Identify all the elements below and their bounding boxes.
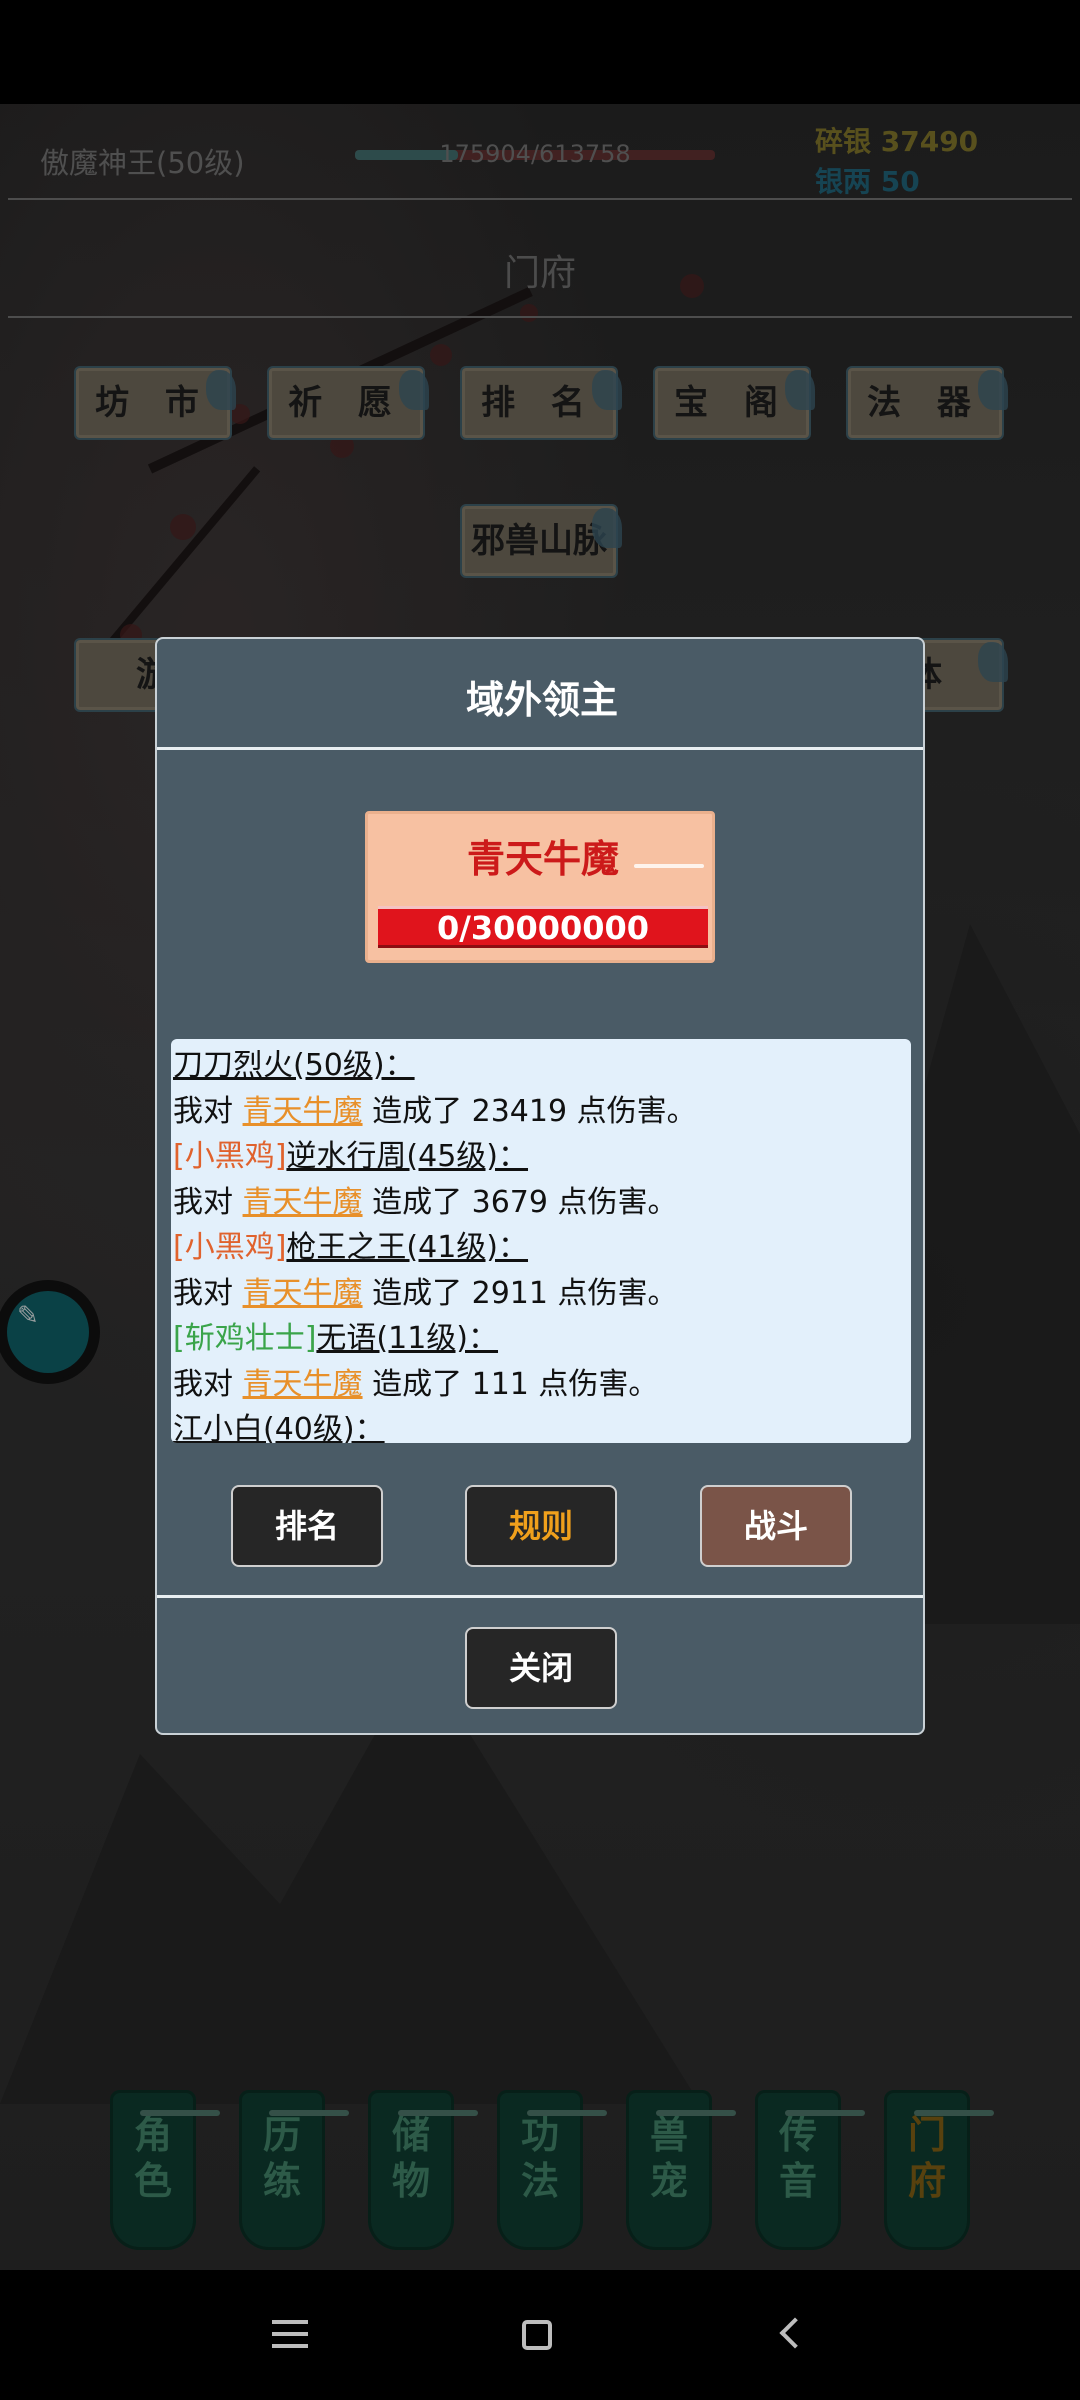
log-damage-line: 我对 青天牛魔 造成了 2911 点伤害。 bbox=[173, 1271, 911, 1317]
boss-hp-bar: 0/30000000 bbox=[378, 906, 708, 948]
fight-button[interactable]: 战斗 bbox=[700, 1485, 852, 1567]
log-boss-link[interactable]: 青天牛魔 bbox=[243, 1094, 363, 1129]
boss-card: 青天牛魔 0/30000000 bbox=[365, 811, 715, 963]
log-text: 造成了 3679 点伤害。 bbox=[362, 1184, 678, 1220]
log-text: 造成了 2911 点伤害。 bbox=[362, 1275, 678, 1311]
log-header-line: 江小白(40级)： bbox=[173, 1407, 911, 1443]
home-icon[interactable] bbox=[476, 2270, 596, 2400]
log-header-line: [小黑鸡]逆水行周(45级)： bbox=[173, 1134, 911, 1180]
log-guild-tag[interactable]: [小黑鸡] bbox=[173, 1230, 286, 1265]
close-button[interactable]: 关闭 bbox=[465, 1627, 617, 1709]
dialog-footer-divider bbox=[157, 1595, 923, 1598]
boss-dialog: 域外领主 青天牛魔 0/30000000 刀刀烈火(50级)： 我对 青天牛魔 … bbox=[155, 637, 925, 1735]
log-damage-line: 我对 青天牛魔 造成了 23419 点伤害。 bbox=[173, 1089, 911, 1135]
log-guild-tag[interactable]: [斩鸡壮士] bbox=[173, 1321, 316, 1356]
boss-name: 青天牛魔 bbox=[466, 837, 619, 881]
log-boss-link[interactable]: 青天牛魔 bbox=[243, 1367, 363, 1402]
log-text: 我对 bbox=[173, 1093, 243, 1129]
log-player-name[interactable]: 逆水行周(45级)： bbox=[286, 1139, 528, 1174]
damage-log[interactable]: 刀刀烈火(50级)： 我对 青天牛魔 造成了 23419 点伤害。 [小黑鸡]逆… bbox=[171, 1039, 911, 1443]
log-boss-link[interactable]: 青天牛魔 bbox=[243, 1185, 363, 1220]
log-text: 我对 bbox=[173, 1366, 243, 1402]
status-bar bbox=[0, 0, 1080, 104]
rank-button[interactable]: 排名 bbox=[231, 1485, 383, 1567]
log-text: 我对 bbox=[173, 1184, 243, 1220]
log-text: 造成了 23419 点伤害。 bbox=[362, 1093, 697, 1129]
dialog-title: 域外领主 bbox=[465, 678, 618, 722]
log-guild-tag[interactable]: [小黑鸡] bbox=[173, 1139, 286, 1174]
log-header-line: [斩鸡壮士]无语(11级)： bbox=[173, 1316, 911, 1362]
cloud-icon bbox=[634, 864, 704, 868]
log-header-line: 刀刀烈火(50级)： bbox=[173, 1043, 911, 1089]
log-text: 我对 bbox=[173, 1275, 243, 1311]
log-damage-line: 我对 青天牛魔 造成了 111 点伤害。 bbox=[173, 1362, 911, 1408]
log-player-name[interactable]: 枪王之王(41级)： bbox=[286, 1230, 528, 1265]
system-navigation-bar bbox=[0, 2270, 1080, 2400]
dialog-title-divider bbox=[157, 747, 923, 750]
log-player-name[interactable]: 刀刀烈火(50级)： bbox=[173, 1048, 415, 1083]
log-boss-link[interactable]: 青天牛魔 bbox=[243, 1276, 363, 1311]
rules-button[interactable]: 规则 bbox=[465, 1485, 617, 1567]
log-player-name[interactable]: 江小白(40级)： bbox=[173, 1412, 385, 1443]
log-damage-line: 我对 青天牛魔 造成了 3679 点伤害。 bbox=[173, 1180, 911, 1226]
log-text: 造成了 111 点伤害。 bbox=[362, 1366, 659, 1402]
log-player-name[interactable]: 无语(11级)： bbox=[316, 1321, 498, 1356]
menu-icon[interactable] bbox=[230, 2270, 350, 2400]
log-header-line: [小黑鸡]枪王之王(41级)： bbox=[173, 1225, 911, 1271]
back-icon[interactable] bbox=[730, 2270, 850, 2400]
